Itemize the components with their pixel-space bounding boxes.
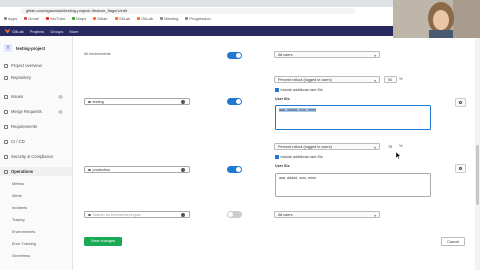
- sidebar-item-repository[interactable]: Repository: [0, 73, 72, 82]
- gear-icon: [458, 100, 463, 105]
- checkbox-checked-icon: [275, 155, 279, 159]
- webcam-overlay: [393, 0, 480, 38]
- sidebar-item-security[interactable]: Security & Compliance: [0, 152, 72, 161]
- chevron-down-icon: ▾: [374, 214, 376, 218]
- production-strategy-select[interactable]: Percent rollout (logged in users) ▾: [274, 143, 380, 150]
- clear-icon[interactable]: [181, 167, 185, 172]
- sidebar-subitem-error-tracking[interactable]: Error Tracking: [12, 242, 36, 246]
- search-icon: [88, 100, 91, 104]
- gear-icon: [458, 166, 463, 171]
- bookmark-item[interactable]: Gitlab: [93, 16, 108, 21]
- issues-count-badge: 0: [58, 94, 63, 99]
- sidebar-item-requirements[interactable]: Requirements: [0, 122, 72, 131]
- chevron-down-icon: ▾: [374, 54, 376, 58]
- all-environments-toggle[interactable]: [227, 52, 242, 59]
- home-icon: [4, 63, 8, 68]
- new-environment-toggle[interactable]: [227, 211, 242, 218]
- sidebar-item-ci-cd[interactable]: CI / CD: [0, 137, 72, 146]
- presenter-image: [393, 0, 480, 38]
- sidebar-subitem-serverless[interactable]: Serverless: [12, 254, 30, 258]
- production-include-userids-checkbox[interactable]: Include additional user IDs: [275, 155, 323, 159]
- all-environments-label: All environments: [84, 52, 111, 56]
- testing-percent-unit: %: [399, 77, 403, 81]
- bookmark-item[interactable]: YouTube: [45, 16, 65, 21]
- testing-userids-label: User IDs: [275, 97, 290, 101]
- sidebar-subitem-incidents[interactable]: Incidents: [12, 206, 27, 210]
- project-avatar: T: [4, 44, 12, 52]
- production-userids-label: User IDs: [275, 164, 290, 168]
- bookmark-item[interactable]: Meeting: [160, 16, 178, 21]
- sidebar-subitem-alerts[interactable]: Alerts: [12, 194, 22, 198]
- all-environments-strategy-select[interactable]: All users ▾: [274, 51, 380, 58]
- testing-percent-input[interactable]: 50: [384, 76, 397, 83]
- project-name: testing-project: [16, 45, 46, 51]
- bookmark-item[interactable]: Progression: [185, 16, 211, 21]
- testing-toggle[interactable]: [227, 98, 242, 105]
- bookmark-item[interactable]: Apps: [4, 16, 17, 21]
- testing-strategy-select[interactable]: Percent rollout (logged in users) ▾: [274, 76, 380, 83]
- chevron-down-icon: ▾: [374, 79, 376, 83]
- mr-count-badge: 0: [58, 109, 63, 114]
- search-icon: [88, 213, 91, 217]
- nav-groups[interactable]: Groups: [50, 29, 63, 34]
- bookmark-item[interactable]: GitLab: [114, 16, 130, 21]
- search-icon: [88, 168, 91, 172]
- clear-icon[interactable]: [181, 99, 185, 104]
- testing-environment-input[interactable]: testing: [84, 98, 190, 105]
- cloud-icon: [4, 169, 8, 174]
- sidebar-item-project-overview[interactable]: Project overview: [0, 61, 72, 70]
- production-userids-textarea[interactable]: aaa, ddddd, cccc, eeee: [275, 173, 431, 197]
- sidebar-item-issues[interactable]: Issues 0: [0, 92, 72, 101]
- testing-settings-button[interactable]: [455, 98, 466, 107]
- bookmark-item[interactable]: Maps: [72, 16, 86, 21]
- requirements-icon: [4, 124, 8, 129]
- nav-projects[interactable]: Projects: [30, 29, 44, 34]
- sidebar-subitem-tracing[interactable]: Tracing: [12, 218, 25, 222]
- sidebar-subitem-environments[interactable]: Environments: [12, 230, 35, 234]
- sidebar-item-operations[interactable]: Operations: [0, 167, 72, 176]
- nav-brand[interactable]: GitLab: [12, 29, 24, 34]
- production-settings-button[interactable]: [455, 164, 466, 173]
- production-percent-input[interactable]: 75: [384, 143, 397, 150]
- production-percent-unit: %: [399, 144, 403, 148]
- nav-more[interactable]: More: [69, 29, 78, 34]
- project-sidebar: T testing-project Project overview Repos…: [0, 36, 73, 270]
- bookmark-item[interactable]: Gmail: [24, 16, 39, 21]
- testing-userids-textarea[interactable]: aaa, ddddd, cccc, eeee: [275, 105, 431, 130]
- bookmark-item[interactable]: GitLab: [137, 16, 153, 21]
- testing-include-userids-checkbox[interactable]: Include additional user IDs: [275, 88, 323, 92]
- sidebar-subitem-metrics[interactable]: Metrics: [12, 182, 24, 186]
- production-toggle[interactable]: [227, 166, 242, 173]
- clear-icon[interactable]: [181, 212, 185, 217]
- save-changes-button[interactable]: Save changes: [84, 237, 122, 246]
- merge-request-icon: [4, 109, 8, 114]
- issues-icon: [4, 94, 8, 99]
- sidebar-item-merge-requests[interactable]: Merge Requests 0: [0, 107, 72, 116]
- checkbox-checked-icon: [275, 88, 279, 92]
- doc-icon: [4, 75, 8, 80]
- mouse-cursor-icon: [396, 152, 401, 159]
- new-environment-strategy-select[interactable]: All users ▾: [274, 211, 380, 218]
- project-header[interactable]: T testing-project: [4, 44, 45, 52]
- shield-icon: [4, 154, 8, 159]
- cancel-button[interactable]: Cancel: [441, 237, 465, 246]
- new-environment-input[interactable]: Search an environment spec: [84, 211, 190, 218]
- scrollbar-thumb[interactable]: [476, 145, 479, 205]
- gitlab-logo-icon[interactable]: [5, 28, 10, 34]
- production-environment-input[interactable]: production: [84, 166, 190, 173]
- rocket-icon: [4, 139, 8, 144]
- chevron-down-icon: ▾: [374, 146, 376, 150]
